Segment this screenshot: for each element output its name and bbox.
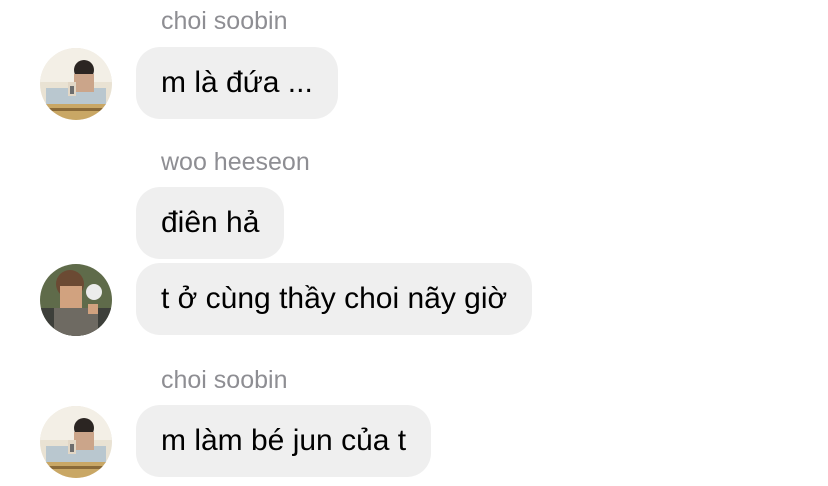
message-bubble[interactable]: m là đứa ... (136, 47, 338, 119)
sender-name: choi soobin (161, 7, 288, 35)
message-bubble[interactable]: m làm bé jun của t (136, 405, 432, 477)
avatar-choi-soobin-icon[interactable] (40, 406, 112, 478)
message-bubble[interactable]: t ở cùng thầy choi nãy giờ (136, 263, 533, 335)
avatar-choi-soobin-icon[interactable] (40, 48, 112, 120)
sender-name: woo heeseon (161, 148, 310, 176)
sender-name: choi soobin (161, 366, 288, 394)
avatar-woo-heeseon-icon[interactable] (40, 264, 112, 336)
message-bubble[interactable]: điên hả (136, 187, 285, 259)
